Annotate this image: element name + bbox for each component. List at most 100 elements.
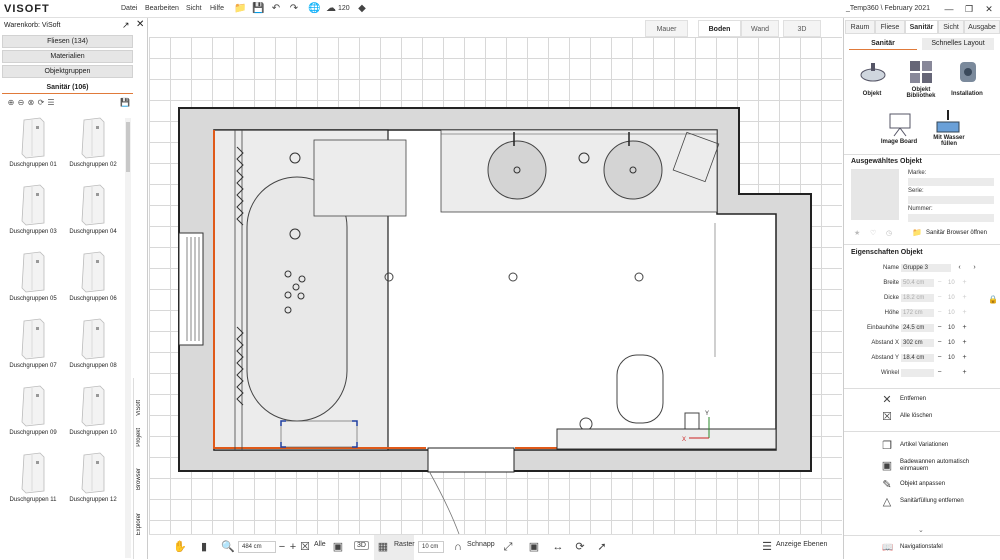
tab-sicht[interactable]: Sicht: [938, 20, 964, 34]
tab-boden[interactable]: Boden: [698, 20, 741, 37]
save-list-icon[interactable]: 💾: [120, 98, 130, 107]
fit-selection-icon[interactable]: ▣: [331, 540, 345, 554]
prop-value-field[interactable]: [901, 369, 934, 377]
minus-button[interactable]: −: [935, 294, 944, 302]
minus-button[interactable]: −: [935, 309, 944, 317]
sanitary-category[interactable]: Sanitär (106): [2, 81, 133, 94]
3d-button[interactable]: 3D: [354, 541, 369, 550]
navigation-panel-button[interactable]: Navigationstafel: [900, 544, 943, 550]
refresh-icon[interactable]: ⟳: [36, 98, 46, 107]
cloud-download-icon[interactable]: ☁: [325, 3, 337, 15]
prop-value-field[interactable]: 302 cm: [901, 339, 934, 347]
measure-icon[interactable]: ▮: [197, 540, 211, 554]
plus-button[interactable]: +: [960, 369, 969, 377]
minimize-icon[interactable]: —: [942, 2, 956, 16]
fit-all-icon[interactable]: ☒: [298, 540, 312, 554]
next-arrow-icon[interactable]: ›: [970, 264, 979, 272]
prev-arrow-icon[interactable]: ‹: [955, 264, 964, 272]
pin-icon[interactable]: ★: [854, 229, 860, 237]
list-item[interactable]: Duschgruppen 01: [6, 116, 60, 176]
layers-label[interactable]: Anzeige Ebenen: [776, 541, 827, 548]
panel-close-icon[interactable]: ✕: [136, 19, 144, 30]
raster-label[interactable]: Raster: [394, 541, 415, 548]
tab-fliese[interactable]: Fliese: [875, 20, 905, 34]
materials-button[interactable]: Materialien: [2, 50, 133, 63]
restore-icon[interactable]: ❐: [962, 2, 976, 16]
list-item[interactable]: Duschgruppen 03: [6, 183, 60, 243]
list-item[interactable]: Duschgruppen 07: [6, 317, 60, 377]
crop-icon[interactable]: ▣: [527, 540, 541, 554]
minus-button[interactable]: −: [935, 339, 944, 347]
tab-projekt[interactable]: Projekt: [136, 428, 147, 447]
snap-label[interactable]: Schnapp: [467, 541, 495, 548]
raster-value-field[interactable]: 10 cm: [418, 541, 444, 553]
tiles-button[interactable]: Fliesen (134): [2, 35, 133, 48]
book-icon[interactable]: 📖: [882, 542, 893, 553]
lock-icon[interactable]: 🔒: [988, 295, 998, 304]
magnet-icon[interactable]: ∩: [451, 540, 465, 554]
prop-value-field[interactable]: Gruppe 3: [901, 264, 951, 272]
expand-down-icon[interactable]: ⌄: [918, 526, 924, 534]
expand-icon[interactable]: ⤢: [501, 540, 515, 554]
tab-visoft[interactable]: ViSoft: [136, 400, 147, 416]
redo-icon[interactable]: ↷: [288, 3, 300, 15]
tab-3d[interactable]: 3D: [783, 20, 821, 37]
scroll-thumb[interactable]: [126, 122, 130, 172]
heart-icon[interactable]: ♡: [870, 229, 876, 237]
measure-line-icon[interactable]: ➚: [595, 540, 609, 554]
floor-plan-drawing[interactable]: Y X: [149, 37, 842, 535]
list-view-icon[interactable]: ☰: [46, 98, 56, 107]
object-library-icon[interactable]: [907, 58, 935, 86]
list-item[interactable]: Duschgruppen 12: [66, 451, 120, 511]
minus-button[interactable]: −: [935, 279, 944, 287]
minus-button[interactable]: −: [935, 369, 944, 377]
zoom-in-icon[interactable]: ⊕: [6, 98, 16, 107]
zoom-value-field[interactable]: 484 cm: [238, 541, 276, 553]
minus-button[interactable]: −: [935, 324, 944, 332]
plus-button[interactable]: +: [960, 294, 969, 302]
list-item[interactable]: Duschgruppen 08: [66, 317, 120, 377]
distance-icon[interactable]: ↔: [551, 540, 565, 554]
zoom-icon[interactable]: 🔍: [221, 540, 235, 554]
menu-hilfe[interactable]: Hilfe: [210, 5, 224, 12]
object-groups-button[interactable]: Objektgruppen: [2, 65, 133, 78]
globe-icon[interactable]: 🌐: [308, 3, 320, 15]
rotate-icon[interactable]: ⟳: [573, 540, 587, 554]
prop-value-field[interactable]: 172 cm: [901, 309, 934, 317]
tab-browser[interactable]: Browser: [136, 468, 147, 490]
list-item[interactable]: Duschgruppen 06: [66, 250, 120, 310]
hand-pan-icon[interactable]: ✋: [173, 540, 187, 554]
subtab-schnelles-layout[interactable]: Schnelles Layout: [922, 38, 994, 50]
list-item[interactable]: Duschgruppen 04: [66, 183, 120, 243]
image-board-icon[interactable]: [886, 110, 914, 138]
installation-icon[interactable]: [954, 58, 982, 86]
subtab-sanitaer[interactable]: Sanitär: [849, 38, 917, 50]
list-item[interactable]: Duschgruppen 10: [66, 384, 120, 444]
grid-icon[interactable]: ▦: [376, 540, 390, 554]
zoom-out-icon[interactable]: ⊖: [16, 98, 26, 107]
tab-ausgabe[interactable]: Ausgabe: [964, 20, 1000, 34]
menu-bearbeiten[interactable]: Bearbeiten: [145, 5, 179, 12]
list-item[interactable]: Duschgruppen 02: [66, 116, 120, 176]
menu-datei[interactable]: Datei: [121, 5, 137, 12]
folder-icon[interactable]: 📁: [234, 3, 246, 15]
tab-sanitaer[interactable]: Sanitär: [905, 20, 938, 34]
close-icon[interactable]: ✕: [982, 2, 996, 16]
prop-value-field[interactable]: 24.5 cm: [901, 324, 934, 332]
list-scrollbar[interactable]: [125, 118, 131, 558]
sanitary-browser-button[interactable]: Sanitär Browser öffnen: [926, 230, 987, 236]
minus-button[interactable]: −: [935, 354, 944, 362]
zoom-reset-icon[interactable]: ⊗: [26, 98, 36, 107]
fill-water-icon[interactable]: [934, 108, 962, 136]
tab-wand[interactable]: Wand: [741, 20, 779, 37]
plus-button[interactable]: +: [960, 279, 969, 287]
list-item[interactable]: Duschgruppen 09: [6, 384, 60, 444]
fit-all-label[interactable]: Alle: [314, 541, 326, 548]
layers-icon[interactable]: ☰: [760, 540, 774, 554]
popout-icon[interactable]: ↗: [122, 20, 130, 31]
menu-sicht[interactable]: Sicht: [186, 5, 202, 12]
tab-mauer[interactable]: Mauer: [645, 20, 688, 37]
floor-plan-canvas[interactable]: Y X: [149, 37, 842, 535]
list-item[interactable]: Duschgruppen 11: [6, 451, 60, 511]
prop-value-field[interactable]: 18.4 cm: [901, 354, 934, 362]
